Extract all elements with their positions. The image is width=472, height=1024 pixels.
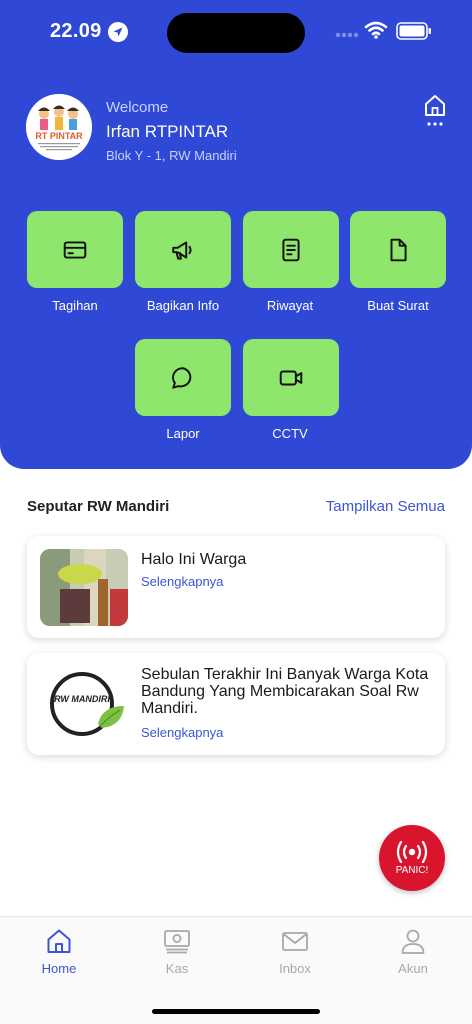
mail-icon <box>282 932 308 951</box>
news-card[interactable]: RW MANDIRI Sebulan Terakhir Ini Banyak W… <box>27 653 445 755</box>
tab-akun[interactable]: Akun <box>363 927 463 987</box>
battery-icon <box>396 22 431 40</box>
lapor-button[interactable] <box>135 339 231 416</box>
panic-button[interactable]: PANIC! <box>379 825 445 891</box>
panic-label: PANIC! <box>395 864 429 876</box>
dynamic-island <box>167 13 305 53</box>
cctv-button[interactable] <box>243 339 339 416</box>
riwayat-label: Riwayat <box>266 298 314 313</box>
news-thumbnail <box>40 549 128 626</box>
see-all-link[interactable]: Tampilkan Semua <box>326 498 445 515</box>
location-arrow-icon <box>108 22 128 42</box>
lapor-label: Lapor <box>166 426 200 441</box>
home-menu-icon[interactable] <box>422 94 448 128</box>
tab-bar: Home Kas Inbox Akun <box>0 916 472 1024</box>
tab-inbox[interactable]: Inbox <box>245 927 345 987</box>
file-icon <box>390 238 407 261</box>
riwayat-button[interactable] <box>243 211 339 288</box>
tab-kas[interactable]: Kas <box>127 927 227 987</box>
news-title: Halo Ini Warga <box>141 551 247 568</box>
video-camera-icon <box>279 370 303 385</box>
status-time: 22.09 <box>50 20 102 42</box>
tagihan-button[interactable] <box>27 211 123 288</box>
section-title: Seputar RW Mandiri <box>27 498 170 515</box>
chat-bubble-icon <box>172 366 192 389</box>
cctv-label: CCTV <box>272 426 308 441</box>
home-indicator <box>152 1009 320 1014</box>
tagihan-label: Tagihan <box>52 298 98 313</box>
rt-pintar-logo: RT PINTAR <box>26 94 92 160</box>
user-address: Blok Y - 1, RW Mandiri <box>106 148 237 163</box>
rw-mandiri-logo-text: RW MANDIRI <box>54 694 110 704</box>
avatar-logo-text: RT PINTAR <box>35 131 83 141</box>
buat-surat-label: Buat Surat <box>367 298 429 313</box>
tab-akun-label: Akun <box>398 961 428 976</box>
rw-mandiri-logo: RW MANDIRI <box>40 666 128 743</box>
megaphone-icon <box>172 240 192 260</box>
tab-inbox-label: Inbox <box>279 961 311 976</box>
document-list-icon <box>282 238 300 261</box>
buat-surat-button[interactable] <box>350 211 446 288</box>
news-read-more[interactable]: Selengkapnya <box>141 725 223 740</box>
card-icon <box>63 240 87 259</box>
money-icon <box>164 930 190 954</box>
tab-home-label: Home <box>41 961 77 976</box>
bagikan-info-label: Bagikan Info <box>146 298 220 313</box>
news-read-more[interactable]: Selengkapnya <box>141 574 223 589</box>
avatar[interactable]: RT PINTAR <box>26 94 92 160</box>
tab-home[interactable]: Home <box>9 927 109 987</box>
status-bar: 22.09 <box>0 0 472 64</box>
signal-icon <box>335 32 359 38</box>
news-title: Sebulan Terakhir Ini Banyak Warga Kota B… <box>141 666 429 717</box>
welcome-text: Welcome <box>106 99 169 116</box>
user-name: Irfan RTPINTAR <box>106 122 229 141</box>
tab-kas-label: Kas <box>165 961 189 976</box>
news-card[interactable]: Halo Ini Warga Selengkapnya <box>27 536 445 638</box>
wifi-icon <box>364 21 388 39</box>
bagikan-info-button[interactable] <box>135 211 231 288</box>
broadcast-icon <box>396 840 428 863</box>
person-icon <box>401 929 425 954</box>
home-icon <box>47 929 71 953</box>
